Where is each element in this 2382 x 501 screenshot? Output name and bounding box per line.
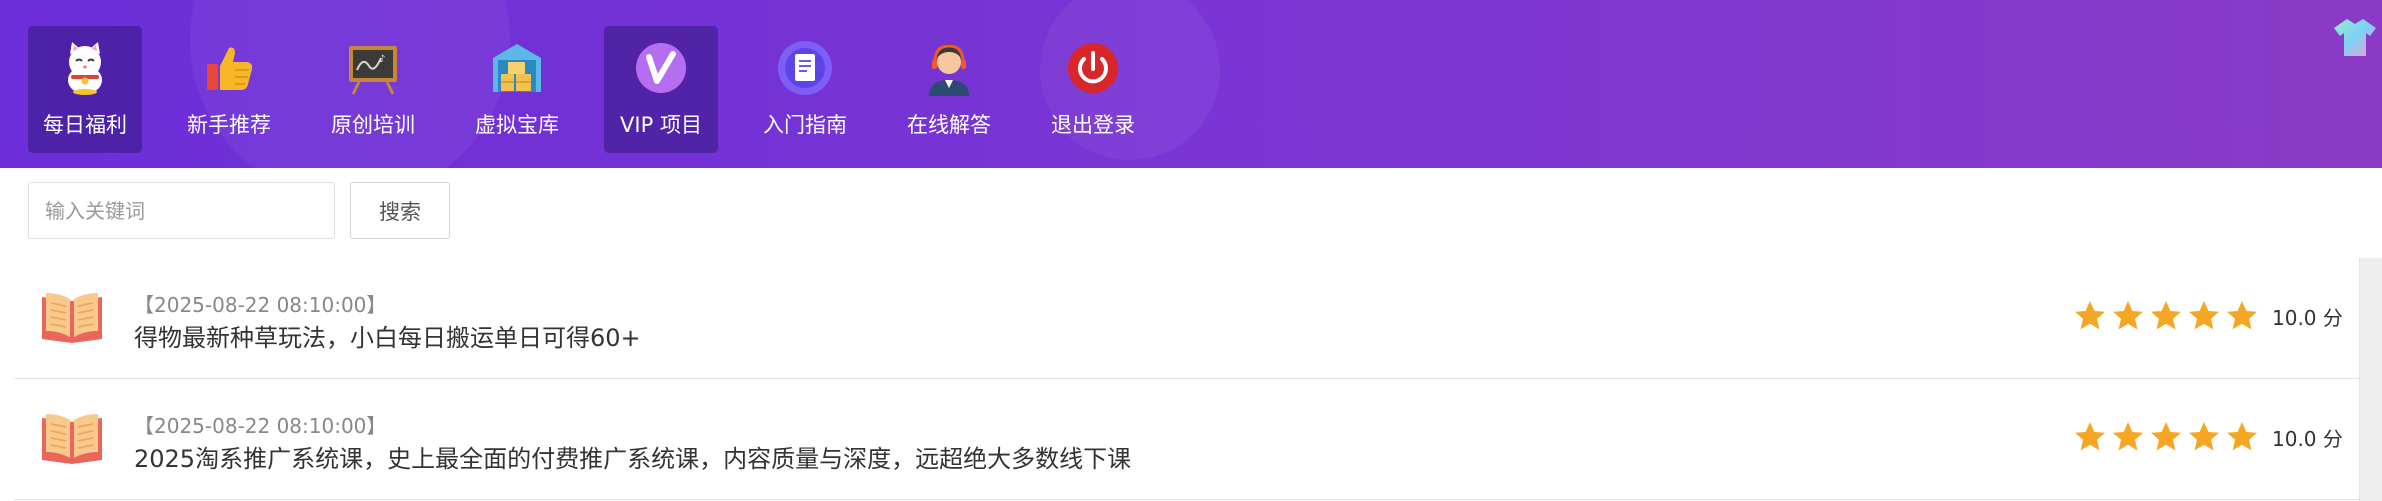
nav-item-virtual-treasury[interactable]: 虚拟宝库 [460, 26, 574, 153]
nav-item-label: 退出登录 [1051, 113, 1135, 137]
search-button[interactable]: 搜索 [350, 182, 450, 239]
star-icon [2113, 301, 2143, 330]
power-icon [1068, 43, 1118, 93]
thumbs-up-icon [207, 47, 253, 90]
search-input[interactable] [28, 182, 335, 239]
list-item-score: 10.0 分 [2272, 427, 2343, 451]
star-icon [2075, 301, 2105, 330]
list-item-title[interactable]: 2025淘系推广系统课，史上最全面的付费推广系统课，内容质量与深度，远超绝大多数… [134, 443, 1131, 475]
lucky-cat-icon [68, 42, 102, 95]
star-icon [2075, 422, 2105, 451]
document-icon [778, 41, 832, 95]
nav-item-newbie-recommend[interactable]: 新手推荐 [172, 26, 286, 153]
star-icon [2227, 422, 2257, 451]
list-item-date: 【2025-08-22 08:10:00】 [134, 414, 387, 438]
warehouse-icon [493, 44, 541, 92]
vip-v-icon [636, 43, 686, 93]
nav-item-original-training[interactable]: ♪ 原创培训 [316, 26, 430, 153]
theme-shirt-icon[interactable] [2333, 17, 2377, 57]
nav-item-logout[interactable]: 退出登录 [1036, 26, 1150, 153]
nav-item-getting-started[interactable]: 入门指南 [748, 26, 862, 153]
list-item[interactable]: 【2025-08-22 08:10:00】 得物最新种草玩法，小白每日搬运单日可… [14, 258, 2359, 379]
nav-item-label: 原创培训 [331, 113, 415, 137]
nav-item-label: VIP 项目 [620, 113, 702, 137]
list-item[interactable]: 【2025-08-22 08:10:00】 2025淘系推广系统课，史上最全面的… [14, 379, 2359, 500]
nav-item-online-answers[interactable]: 在线解答 [892, 26, 1006, 153]
star-icon [2113, 422, 2143, 451]
list-item-date: 【2025-08-22 08:10:00】 [134, 293, 387, 317]
nav-item-daily-benefits[interactable]: 每日福利 [28, 26, 142, 153]
open-book-icon [42, 414, 102, 464]
nav-item-label: 新手推荐 [187, 113, 271, 137]
top-navigation-bar: 每日福利 新手推荐 ♪ 原创培训 虚拟宝库 VIP 项目 入门指南 在线解答 退… [0, 0, 2382, 168]
scrollbar[interactable] [2359, 258, 2382, 501]
star-icon [2151, 422, 2181, 451]
star-icon [2189, 422, 2219, 451]
support-agent-icon [929, 44, 969, 96]
star-icon [2151, 301, 2181, 330]
nav-item-label: 虚拟宝库 [475, 113, 559, 137]
nav-item-vip-project[interactable]: VIP 项目 [604, 26, 718, 153]
svg-text:♪: ♪ [379, 54, 385, 65]
star-icon [2189, 301, 2219, 330]
nav-item-label: 每日福利 [43, 113, 127, 137]
star-icon [2227, 301, 2257, 330]
list-item-title[interactable]: 得物最新种草玩法，小白每日搬运单日可得60+ [134, 322, 641, 354]
nav-item-label: 在线解答 [907, 113, 991, 137]
open-book-icon [42, 293, 102, 343]
list-item-score: 10.0 分 [2272, 306, 2343, 330]
blackboard-icon: ♪ [349, 46, 397, 95]
nav-item-label: 入门指南 [763, 113, 847, 137]
